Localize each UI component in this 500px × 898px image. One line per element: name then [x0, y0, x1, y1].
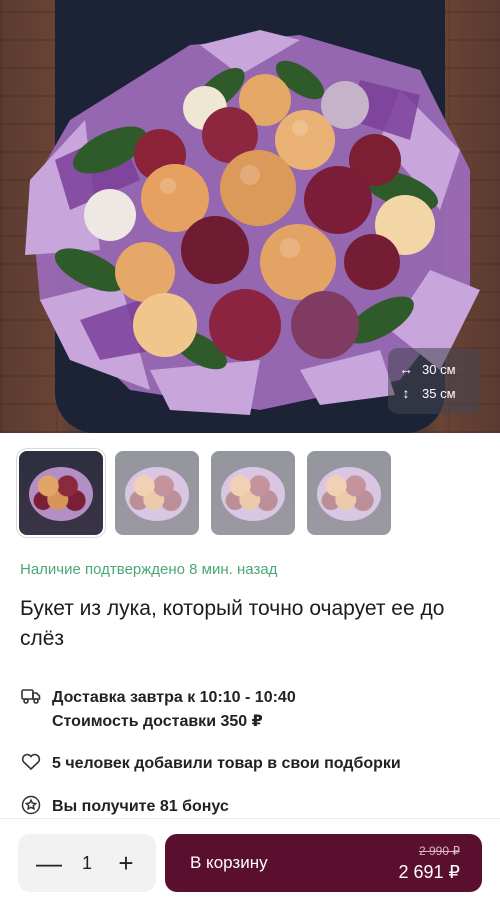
thumbnail-2[interactable]	[115, 451, 199, 535]
quantity-value: 1	[81, 852, 92, 873]
dimensions-badge: ↔ 30 см ↕ 35 см	[388, 348, 480, 414]
thumbnail-gallery	[19, 451, 391, 535]
old-price: 2 990 ₽	[419, 844, 460, 858]
bonus-text: Вы получите 81 бонус	[52, 798, 229, 815]
product-main-image[interactable]: ↔ 30 см ↕ 35 см	[0, 0, 500, 433]
width-value: 30 см	[422, 361, 456, 377]
delivery-info: Доставка завтра к 10:10 - 10:40 Стоимост…	[20, 686, 296, 734]
heart-icon[interactable]	[20, 751, 42, 773]
add-to-cart-label: В корзину	[190, 853, 268, 872]
star-circle-icon	[20, 794, 42, 816]
add-to-cart-button[interactable]: В корзину 2 990 ₽ 2 691 ₽	[165, 834, 482, 892]
favorites-info: 5 человек добавили товар в свои подборки	[20, 752, 401, 776]
current-price: 2 691 ₽	[398, 862, 461, 882]
thumbnail-1[interactable]	[19, 451, 103, 535]
product-title: Букет из лука, который точно очарует ее …	[20, 597, 445, 650]
height-row: ↕ 35 см	[398, 381, 470, 405]
availability-status: Наличие подтверждено 8 мин. назад	[20, 561, 278, 578]
thumbnail-3[interactable]	[211, 451, 295, 535]
quantity-stepper: — 1 +	[18, 834, 156, 892]
truck-icon	[20, 685, 42, 707]
delivery-cost: Стоимость доставки 350 ₽	[52, 713, 263, 730]
increase-button[interactable]: +	[114, 834, 138, 892]
thumbnail-4[interactable]	[307, 451, 391, 535]
favorites-text: 5 человек добавили товар в свои подборки	[52, 755, 401, 772]
height-value: 35 см	[422, 385, 456, 401]
bonus-info: Вы получите 81 бонус	[20, 795, 229, 819]
width-arrows-icon: ↔	[399, 361, 413, 377]
decrease-button[interactable]: —	[36, 834, 62, 892]
height-arrows-icon: ↕	[402, 385, 410, 401]
width-row: ↔ 30 см	[398, 357, 470, 381]
delivery-time: Доставка завтра к 10:10 - 10:40	[52, 689, 296, 706]
